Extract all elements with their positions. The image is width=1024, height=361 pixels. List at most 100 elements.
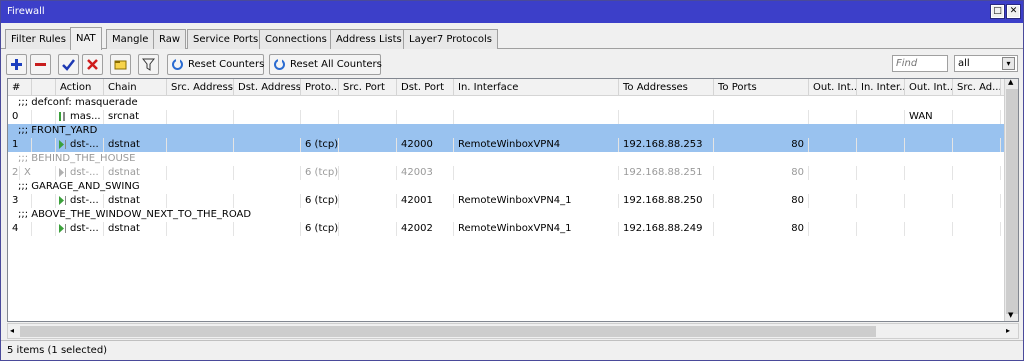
col-header-number[interactable]: # (8, 79, 32, 96)
col-header-in-interface[interactable]: In. Interface (454, 79, 619, 96)
cell-src-address (167, 222, 234, 236)
col-header-chain[interactable]: Chain (104, 79, 167, 96)
cell-out-interface (809, 166, 857, 180)
filter-select[interactable]: all ▾ (954, 55, 1018, 72)
cell-to-ports: 80 (714, 166, 809, 180)
cell-src-address-list (953, 166, 1001, 180)
vertical-scroll-thumb[interactable] (1006, 89, 1018, 314)
col-header-out-interface[interactable]: Out. Int... (809, 79, 857, 96)
horizontal-scroll-thumb[interactable] (20, 326, 876, 337)
cell-number: 3 (8, 194, 32, 208)
tab-service-ports[interactable]: Service Ports (187, 29, 265, 49)
cell-action-label: dst-... (70, 223, 99, 234)
col-header-src-port[interactable]: Src. Port (339, 79, 397, 96)
disable-button[interactable] (82, 54, 103, 75)
reset-counters-button[interactable]: Reset Counters (167, 54, 264, 75)
scroll-down-icon[interactable]: ▼ (1008, 311, 1013, 319)
tab-connections[interactable]: Connections (259, 29, 333, 49)
cell-to-ports: 80 (714, 194, 809, 208)
table-row[interactable]: 1 dst-... dstnat 6 (tcp) 42000 RemoteWin… (8, 138, 1004, 152)
col-header-protocol[interactable]: Proto... (301, 79, 339, 96)
comment-row[interactable]: ;;; GARAGE_AND_SWING (8, 180, 1004, 194)
add-button[interactable] (6, 54, 27, 75)
col-header-to-addresses[interactable]: To Addresses (619, 79, 714, 96)
horizontal-scrollbar[interactable]: ◂ ▸ (7, 323, 1019, 339)
scroll-left-icon[interactable]: ◂ (10, 326, 14, 335)
tab-filter-rules[interactable]: Filter Rules (5, 29, 72, 49)
cell-dst-address (234, 166, 301, 180)
rule-comment: ;;; ABOVE_THE_WINDOW_NEXT_TO_THE_ROAD (18, 209, 252, 220)
comment-row[interactable]: ;;; BEHIND_THE_HOUSE (8, 152, 1004, 166)
cell-out-interface (809, 138, 857, 152)
reset-all-counters-button[interactable]: Reset All Counters (269, 54, 382, 75)
cell-to-addresses: 192.168.88.253 (619, 138, 714, 152)
remove-button[interactable] (30, 54, 51, 75)
scroll-right-icon[interactable]: ▸ (1006, 326, 1010, 335)
close-button[interactable]: ✕ (1006, 4, 1021, 19)
cell-dst-port: 42002 (397, 222, 454, 236)
cell-dst-address (234, 138, 301, 152)
cell-src-port (339, 110, 397, 124)
vertical-scrollbar[interactable]: ▲ ▼ (1004, 79, 1018, 321)
cell-in-interface-list (857, 166, 905, 180)
comment-row[interactable]: ;;; FRONT_YARD (8, 124, 1004, 138)
dst-nat-action-icon (59, 224, 66, 233)
filter-button[interactable] (138, 54, 159, 75)
cell-dst-address (234, 194, 301, 208)
cell-flags (32, 222, 56, 236)
table-row[interactable]: 0 mas... srcnat WAN (8, 110, 1004, 124)
restore-button[interactable]: □ (990, 4, 1005, 19)
comment-button[interactable] (110, 54, 131, 75)
find-input[interactable] (892, 55, 948, 72)
col-header-flags[interactable] (32, 79, 56, 96)
cell-src-port (339, 194, 397, 208)
cell-dst-port (397, 110, 454, 124)
cell-action-label: dst-... (70, 195, 99, 206)
tab-address-lists[interactable]: Address Lists (330, 29, 408, 49)
table-row[interactable]: 4 dst-... dstnat 6 (tcp) 42002 RemoteWin… (8, 222, 1004, 236)
reset-icon (172, 58, 183, 70)
col-header-to-ports[interactable]: To Ports (714, 79, 809, 96)
comment-row[interactable]: ;;; ABOVE_THE_WINDOW_NEXT_TO_THE_ROAD (8, 208, 1004, 222)
col-header-dst-port[interactable]: Dst. Port (397, 79, 454, 96)
cell-dst-port: 42003 (397, 166, 454, 180)
rule-comment: ;;; GARAGE_AND_SWING (18, 181, 140, 192)
cell-number: 2 (8, 166, 20, 180)
comment-row[interactable]: ;;; defconf: masquerade (8, 96, 1004, 110)
cell-flags (32, 138, 56, 152)
title-bar[interactable]: Firewall □ ✕ (1, 1, 1023, 23)
col-header-out-interface-list[interactable]: Out. Int... (905, 79, 953, 96)
col-header-src-address[interactable]: Src. Address (167, 79, 234, 96)
table-row[interactable]: 2 X dst-... dstnat 6 (tcp) 42003 192.168… (8, 166, 1004, 180)
cell-action: dst-... (56, 222, 104, 236)
cell-flags (32, 110, 56, 124)
cell-to-addresses: 192.168.88.249 (619, 222, 714, 236)
cell-out-interface-list (905, 194, 953, 208)
scroll-up-icon[interactable]: ▲ (1008, 79, 1013, 86)
col-header-src-address-list[interactable]: Src. Ad... (953, 79, 1001, 96)
cell-src-address-list (953, 194, 1001, 208)
table-row[interactable]: 3 dst-... dstnat 6 (tcp) 42001 RemoteWin… (8, 194, 1004, 208)
col-header-in-interface-list[interactable]: In. Inter... (857, 79, 905, 96)
dropdown-arrow-icon[interactable]: ▾ (1002, 57, 1015, 70)
x-mark-icon (87, 59, 98, 70)
cell-src-port (339, 166, 397, 180)
col-header-dst-address[interactable]: Dst. Address (234, 79, 301, 96)
cell-action: mas... (56, 110, 104, 124)
cell-action: dst-... (56, 166, 104, 180)
tab-mangle[interactable]: Mangle (106, 29, 155, 49)
enable-button[interactable] (58, 54, 79, 75)
tab-raw[interactable]: Raw (153, 29, 187, 49)
status-bar: 5 items (1 selected) (1, 340, 1023, 360)
cell-chain: srcnat (104, 110, 167, 124)
cell-out-interface-list (905, 222, 953, 236)
cell-protocol: 6 (tcp) (301, 222, 339, 236)
cell-action: dst-... (56, 194, 104, 208)
cell-number: 1 (8, 138, 32, 152)
cell-chain: dstnat (104, 194, 167, 208)
cell-out-interface (809, 110, 857, 124)
tab-nat[interactable]: NAT (70, 27, 102, 50)
tab-layer7-protocols[interactable]: Layer7 Protocols (403, 29, 498, 49)
cell-in-interface: RemoteWinboxVPN4_1 (454, 194, 619, 208)
col-header-action[interactable]: Action (56, 79, 104, 96)
